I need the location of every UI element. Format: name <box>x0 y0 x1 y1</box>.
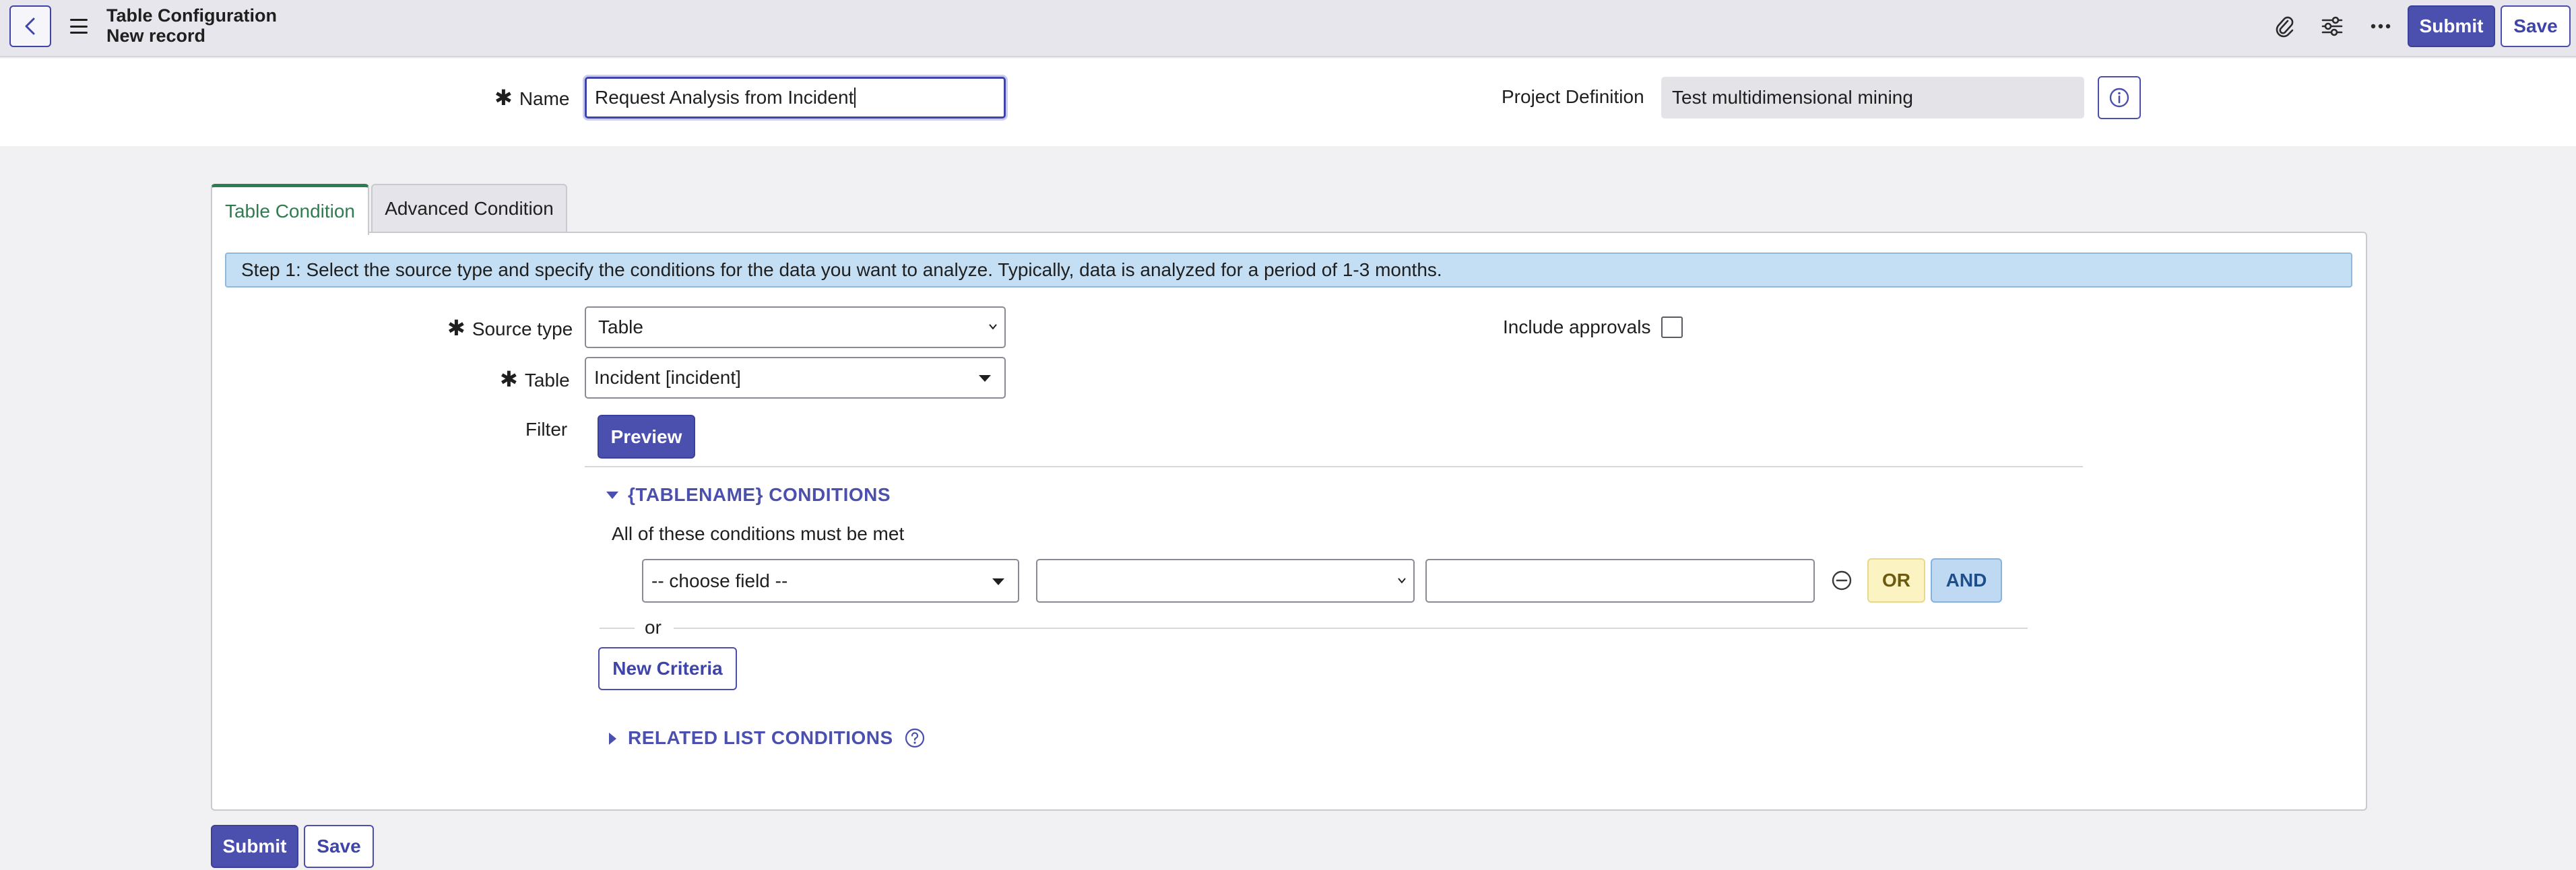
filter-label: Filter <box>525 419 568 440</box>
name-input-value: Request Analysis from Incident <box>595 87 854 108</box>
record-header: Table Configuration New record Submit Sa… <box>0 0 2576 57</box>
conditions-heading[interactable]: {TABLENAME} CONDITIONS <box>628 484 891 506</box>
title-block: Table Configuration New record <box>106 5 277 46</box>
header-save-button[interactable]: Save <box>2501 5 2571 47</box>
include-approvals-label: Include approvals <box>1503 316 1651 337</box>
footer-submit-button[interactable]: Submit <box>211 825 298 868</box>
table-select[interactable]: Incident [incident] <box>585 357 1006 399</box>
tab-advanced-condition[interactable]: Advanced Condition <box>371 184 567 232</box>
include-approvals-checkbox[interactable] <box>1661 316 1683 338</box>
expand-icon[interactable] <box>609 733 616 745</box>
collapse-icon[interactable] <box>606 492 618 499</box>
table-value: Incident [incident] <box>594 367 741 388</box>
chevron-down-icon <box>989 324 997 330</box>
chevron-down-icon <box>1398 577 1406 584</box>
name-label: ✱ Name <box>494 86 570 110</box>
page-subtitle: New record <box>106 26 206 46</box>
required-icon: ✱ <box>494 86 513 110</box>
source-type-value: Table <box>598 316 643 337</box>
step-info-bar: Step 1: Select the source type and speci… <box>225 253 2352 288</box>
condition-value-input[interactable] <box>1425 559 1815 603</box>
or-button[interactable]: OR <box>1867 558 1925 603</box>
name-input[interactable]: Request Analysis from Incident <box>585 77 1006 119</box>
footer-save-button[interactable]: Save <box>304 825 374 868</box>
project-definition-label: Project Definition <box>1502 86 1644 107</box>
caret-down-icon <box>992 578 1004 585</box>
caret-down-icon <box>979 375 991 382</box>
source-type-select[interactable]: Table <box>585 306 1006 348</box>
back-button[interactable] <box>9 5 51 47</box>
required-icon: ✱ <box>447 316 465 340</box>
help-icon[interactable] <box>904 727 926 749</box>
or-separator-line <box>674 628 2028 629</box>
or-separator-text: or <box>645 617 662 638</box>
all-conditions-text: All of these conditions must be met <box>612 523 905 544</box>
remove-condition-icon[interactable] <box>1831 570 1853 591</box>
attachment-icon[interactable] <box>2270 12 2298 40</box>
or-separator-line <box>600 628 635 629</box>
text-cursor <box>854 88 856 108</box>
info-icon <box>2109 88 2129 108</box>
back-icon <box>25 18 35 35</box>
project-info-button[interactable] <box>2098 76 2141 119</box>
choose-field-value: -- choose field -- <box>651 570 788 591</box>
project-definition-field: Test multidimensional mining <box>1661 77 2084 119</box>
settings-sliders-icon[interactable] <box>2318 12 2346 40</box>
divider <box>585 466 2083 467</box>
new-criteria-button[interactable]: New Criteria <box>598 647 737 690</box>
preview-button[interactable]: Preview <box>598 415 695 459</box>
operator-select[interactable] <box>1036 559 1415 603</box>
tab-table-condition[interactable]: Table Condition <box>211 184 369 235</box>
and-button[interactable]: AND <box>1931 558 2002 603</box>
header-submit-button[interactable]: Submit <box>2408 5 2495 47</box>
menu-icon[interactable] <box>70 19 88 34</box>
choose-field-select[interactable]: -- choose field -- <box>642 559 1019 603</box>
more-icon[interactable] <box>2366 12 2395 40</box>
page-title: Table Configuration <box>106 5 277 26</box>
top-form-strip <box>0 59 2576 146</box>
related-list-conditions-heading[interactable]: RELATED LIST CONDITIONS <box>628 727 893 749</box>
source-type-label: ✱ Source type <box>447 316 573 340</box>
table-label: ✱ Table <box>500 367 570 391</box>
required-icon: ✱ <box>500 367 518 391</box>
